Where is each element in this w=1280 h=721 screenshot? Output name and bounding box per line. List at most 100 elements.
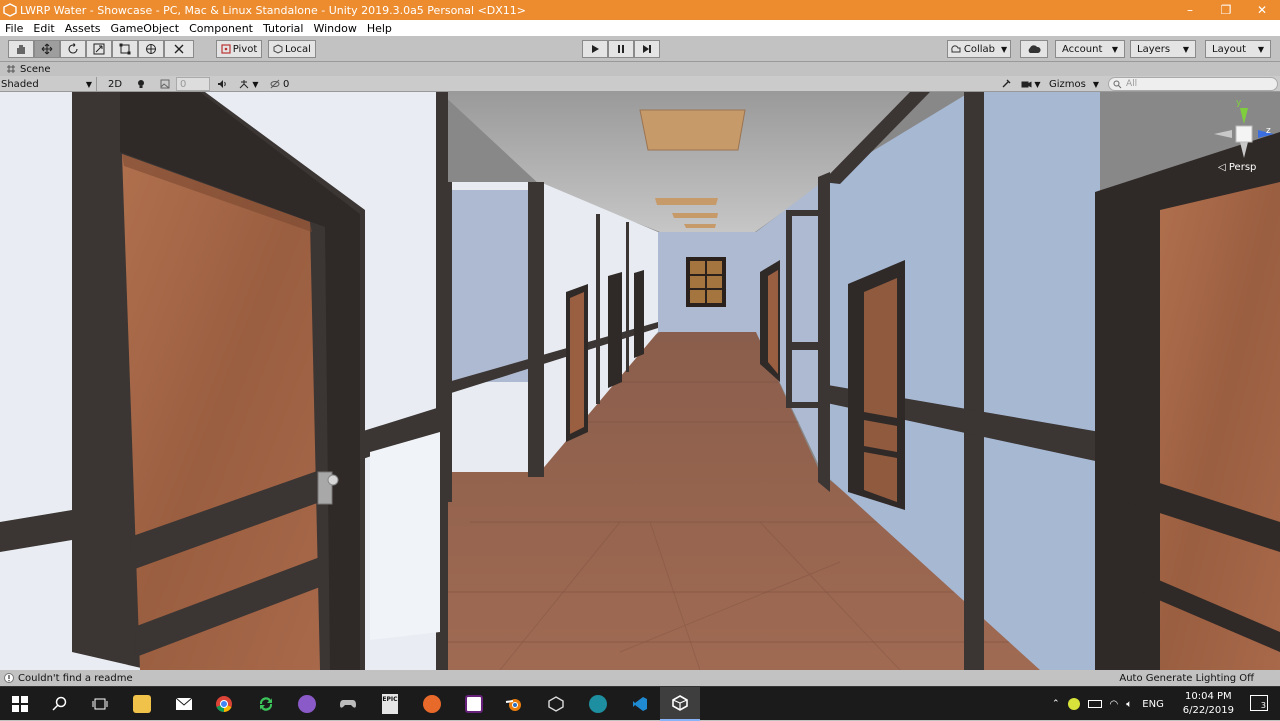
minimize-button[interactable]: –	[1172, 0, 1208, 20]
projection-label[interactable]: ◁ Persp	[1218, 162, 1256, 173]
custom-tool-button[interactable]	[164, 40, 194, 58]
tray-expand-icon[interactable]: ⌃	[1052, 699, 1060, 709]
taskbar-github[interactable]	[287, 687, 327, 721]
transform-tool-button[interactable]	[138, 40, 164, 58]
transform-icon	[146, 44, 156, 54]
pivot-icon	[221, 44, 231, 54]
layout-label: Layout	[1212, 43, 1246, 55]
lighting-status: Auto Generate Lighting Off	[1119, 672, 1254, 684]
cloud-button[interactable]	[1020, 40, 1048, 58]
task-view-button[interactable]	[80, 687, 120, 721]
camera-dropdown[interactable]: ▼	[1018, 77, 1044, 91]
pause-button[interactable]	[608, 40, 634, 58]
pivot-label: Pivot	[232, 43, 258, 55]
play-button[interactable]	[582, 40, 608, 58]
taskbar-firefox[interactable]	[412, 687, 452, 721]
menu-assets[interactable]: Assets	[65, 22, 101, 35]
camera-icon	[1021, 81, 1032, 87]
local-icon	[273, 44, 283, 54]
gamepad-icon	[340, 700, 356, 708]
system-tray: ⌃ ◠ 🔈︎ ENG	[1052, 687, 1164, 721]
start-button[interactable]	[0, 687, 40, 721]
taskbar-chrome[interactable]	[204, 687, 244, 721]
folder-icon	[133, 695, 151, 713]
move-tool-button[interactable]	[34, 40, 60, 58]
image-icon	[160, 79, 170, 89]
tools-icon	[174, 44, 184, 54]
wifi-icon[interactable]: ◠	[1110, 699, 1119, 710]
taskbar-blender[interactable]	[494, 687, 534, 721]
shading-mode-dropdown[interactable]: Shaded ▼	[1, 77, 97, 91]
taskbar-unity-editor[interactable]	[660, 687, 700, 721]
corridor-scene	[0, 92, 1280, 670]
cloud-icon	[1028, 45, 1041, 53]
taskbar-file-explorer[interactable]	[122, 687, 162, 721]
taskbar-visual-studio[interactable]	[454, 687, 494, 721]
menu-file[interactable]: File	[5, 22, 23, 35]
menu-gameobject[interactable]: GameObject	[111, 22, 180, 35]
menu-tutorial[interactable]: Tutorial	[263, 22, 303, 35]
scene-tab[interactable]: Scene	[0, 62, 1280, 76]
rect-icon	[119, 43, 131, 55]
clock[interactable]: 10:04 PM 6/22/2019	[1183, 690, 1234, 718]
effects-icon	[240, 80, 249, 89]
lighting-toggle[interactable]	[132, 77, 150, 91]
taskbar-globe-app[interactable]	[578, 687, 618, 721]
account-dropdown[interactable]: Account ▼	[1055, 40, 1125, 58]
lightbulb-icon	[138, 80, 144, 88]
effects-count-field[interactable]: 0	[176, 77, 210, 91]
epic-games-icon: EPIC	[382, 694, 398, 714]
image-toggle[interactable]	[156, 77, 174, 91]
taskbar-game-controller[interactable]	[328, 687, 368, 721]
taskbar-unity-hub[interactable]	[536, 687, 576, 721]
scene-search-field[interactable]: All	[1108, 77, 1278, 91]
menu-edit[interactable]: Edit	[33, 22, 54, 35]
menu-help[interactable]: Help	[367, 22, 392, 35]
action-center-button[interactable]: 3	[1250, 695, 1268, 711]
taskbar-search-button[interactable]	[40, 687, 80, 721]
chevron-down-icon: ▼	[85, 79, 92, 89]
blender-icon	[505, 699, 521, 711]
visual-studio-icon	[465, 695, 483, 713]
2d-toggle[interactable]: 2D	[104, 77, 126, 91]
chevron-down-icon: ▼	[1034, 79, 1041, 89]
mail-icon	[175, 697, 193, 710]
maximize-button[interactable]: ❐	[1208, 0, 1244, 20]
layers-dropdown[interactable]: Layers ▼	[1130, 40, 1196, 58]
scene-viewport[interactable]: y z ◁ Persp	[0, 92, 1280, 670]
info-icon	[4, 673, 14, 683]
status-message[interactable]: Couldn't find a readme	[18, 673, 133, 684]
audio-toggle[interactable]	[214, 77, 230, 91]
rect-tool-button[interactable]	[112, 40, 138, 58]
scale-tool-button[interactable]	[86, 40, 112, 58]
gizmos-dropdown[interactable]: Gizmos ▼	[1046, 77, 1102, 91]
pivot-toggle[interactable]: Pivot	[216, 40, 262, 58]
scene-tools-toggle[interactable]	[998, 77, 1014, 91]
input-language[interactable]: ENG	[1142, 699, 1164, 710]
title-bar: LWRP Water - Showcase - PC, Mac & Linux …	[0, 0, 1280, 20]
taskbar-mail[interactable]	[164, 687, 204, 721]
battery-icon[interactable]	[1087, 700, 1102, 708]
close-button[interactable]: ✕	[1244, 0, 1280, 20]
collab-dropdown[interactable]: Collab ▼	[947, 40, 1011, 58]
taskbar-sync-app[interactable]	[246, 687, 286, 721]
effects-dropdown[interactable]: ▼	[234, 77, 264, 91]
scene-orientation-gizmo[interactable]: y z ◁ Persp	[1214, 98, 1274, 176]
search-placeholder: All	[1126, 79, 1138, 89]
hand-icon	[17, 45, 25, 54]
menu-component[interactable]: Component	[189, 22, 253, 35]
rotate-tool-button[interactable]	[60, 40, 86, 58]
hidden-objects-toggle[interactable]: 0	[270, 77, 294, 91]
step-button[interactable]	[634, 40, 660, 58]
local-toggle[interactable]: Local	[268, 40, 316, 58]
tray-app-icon[interactable]	[1067, 698, 1080, 710]
hand-tool-button[interactable]	[8, 40, 34, 58]
volume-icon[interactable]: 🔈︎	[1126, 699, 1132, 710]
chevron-down-icon: ▼	[1092, 79, 1099, 89]
clock-time: 10:04 PM	[1185, 691, 1232, 702]
taskbar-vscode[interactable]	[620, 687, 660, 721]
taskbar-epic-games[interactable]: EPIC	[370, 687, 410, 721]
menu-window[interactable]: Window	[313, 22, 356, 35]
clock-date: 6/22/2019	[1182, 705, 1234, 716]
layout-dropdown[interactable]: Layout ▼	[1205, 40, 1271, 58]
